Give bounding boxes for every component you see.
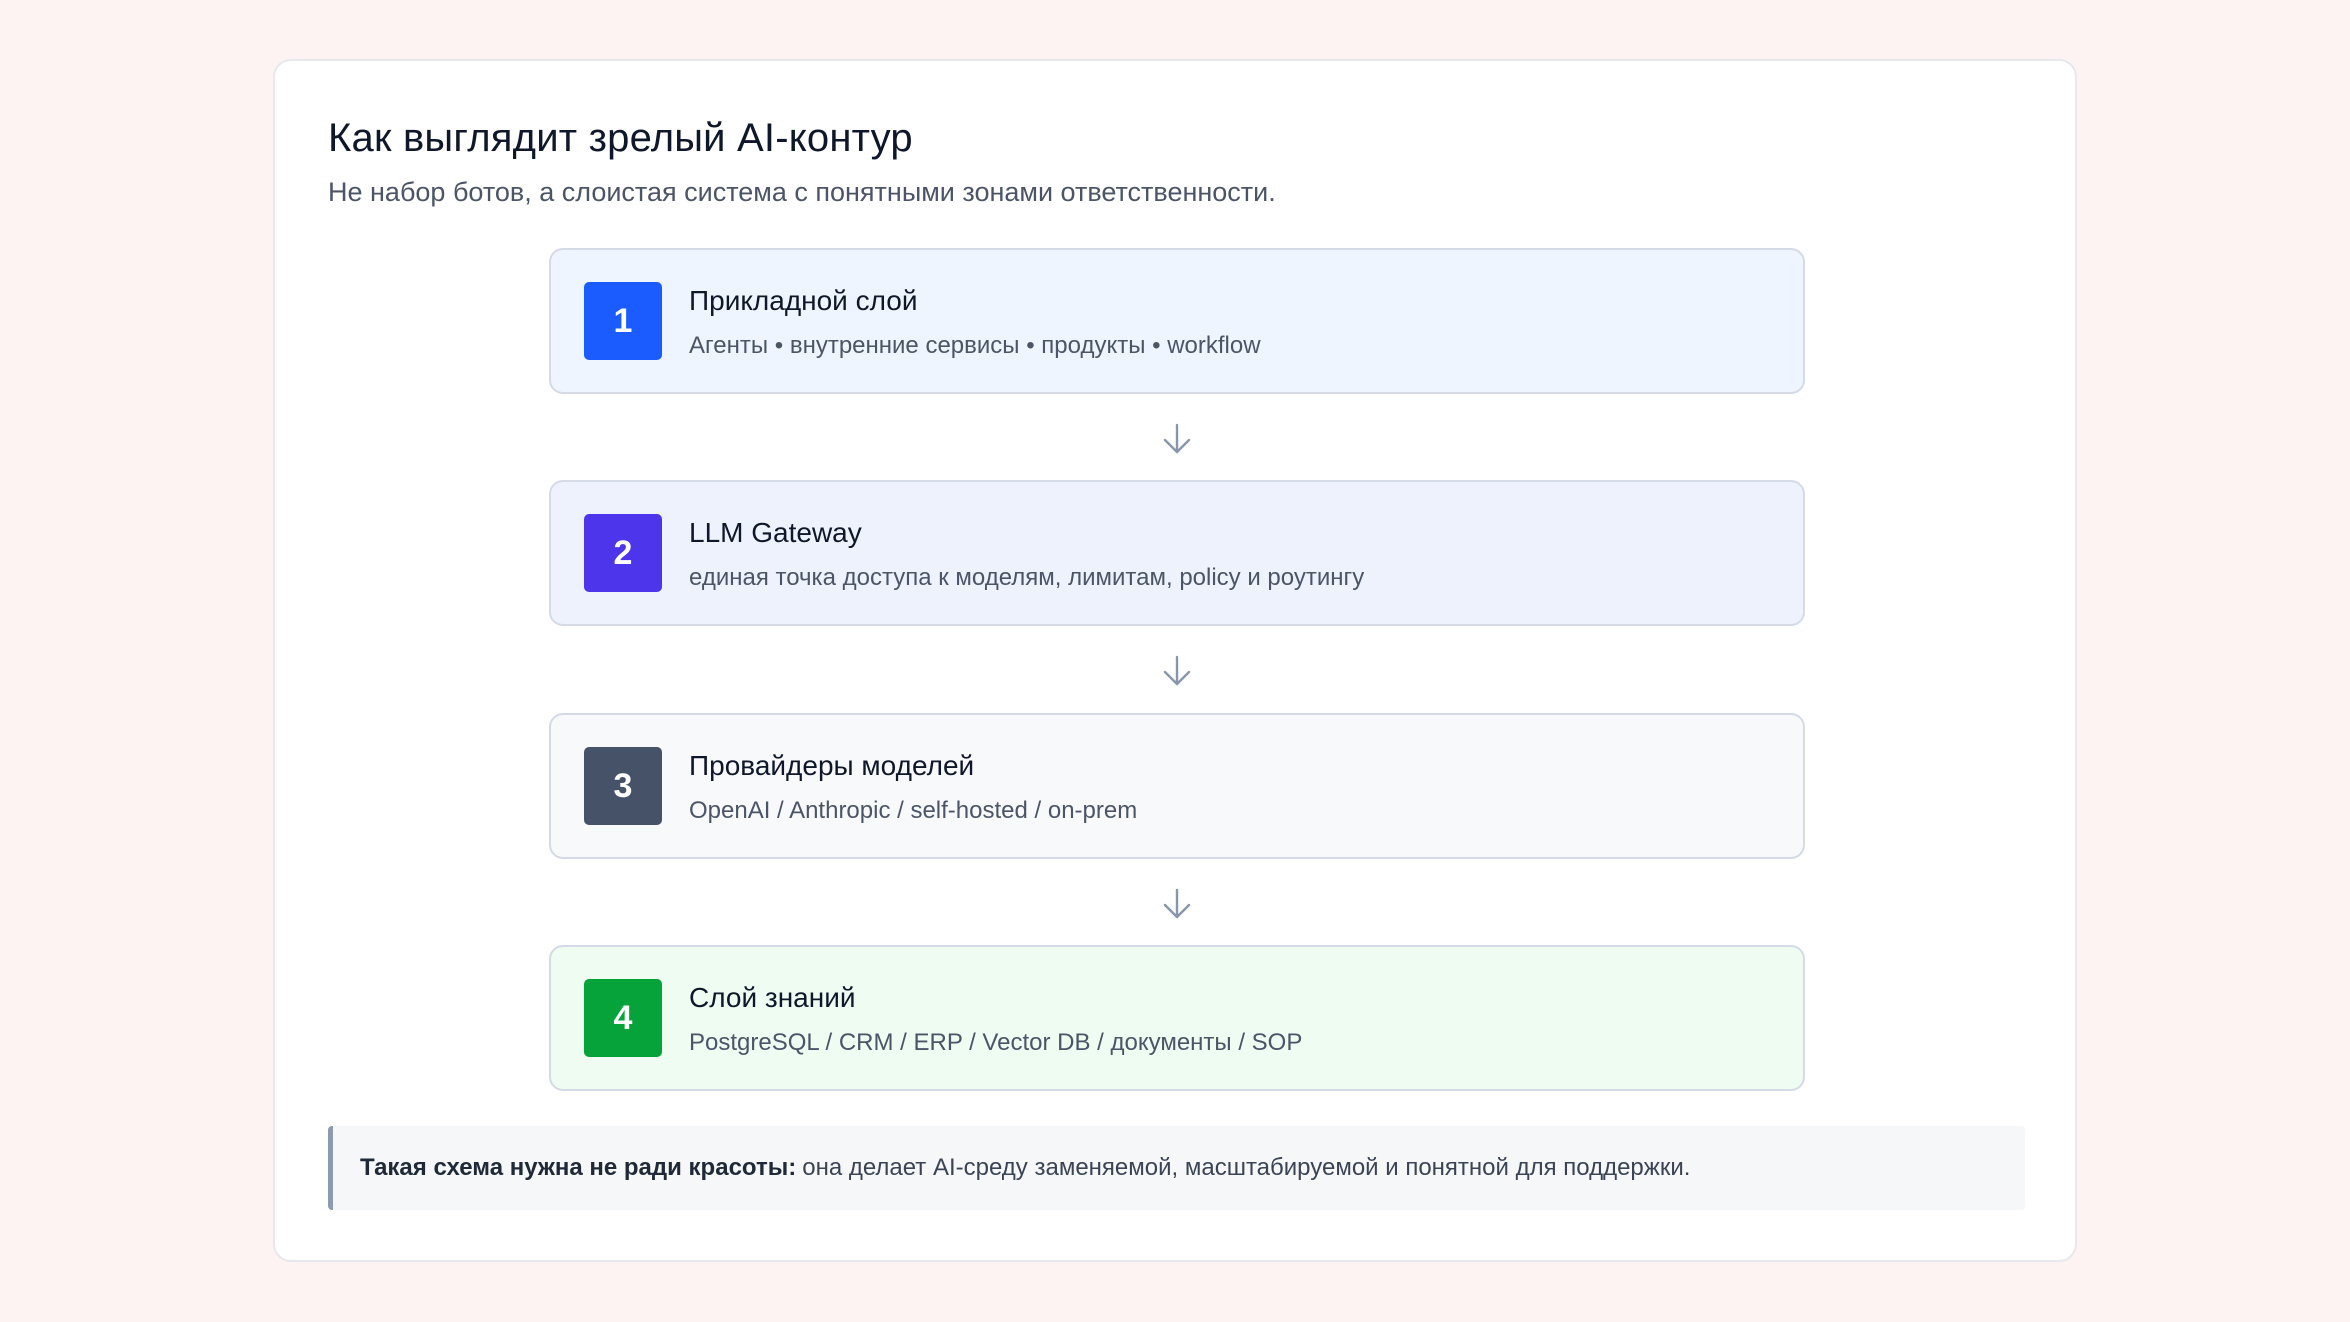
callout-note-text: она делает AI-среду заменяемой, масштаби… [802,1154,1691,1181]
diagram-card: Как выглядит зрелый AI-контур Не набор б… [273,59,2077,1262]
layer-name: Провайдеры моделей [689,750,975,781]
layer-name: Слой знаний [689,982,856,1013]
layer-number-badge: 1 [584,282,662,360]
layer-description: PostgreSQL / CRM / ERP / Vector DB / док… [689,1029,1303,1056]
page-title: Как выглядит зрелый AI-контур [328,116,913,160]
callout-note-emphasis: Такая схема нужна не ради красоты: [360,1154,797,1181]
layer-description: единая точка доступа к моделям, лимитам,… [689,564,1365,591]
layer-description: OpenAI / Anthropic / self-hosted / on-pr… [689,797,1138,824]
layer-knowledge: 4 Слой знаний PostgreSQL / CRM / ERP / V… [549,945,1805,1091]
layer-name: Прикладной слой [689,285,918,316]
arrow-down-icon [1163,423,1191,454]
layer-number-badge: 4 [584,979,662,1057]
callout-note: Такая схема нужна не ради красоты: она д… [328,1126,2025,1210]
layer-name: LLM Gateway [689,517,862,548]
layer-number-badge: 2 [584,514,662,592]
arrow-down-icon [1163,888,1191,919]
layer-number-badge: 3 [584,747,662,825]
layer-description: Агенты • внутренние сервисы • продукты •… [689,332,1261,359]
layer-application: 1 Прикладной слой Агенты • внутренние се… [549,248,1805,394]
layer-llm-gateway: 2 LLM Gateway единая точка доступа к мод… [549,480,1805,626]
page-subtitle: Не набор ботов, а слоистая система с пон… [328,177,1276,207]
arrow-down-icon [1163,655,1191,686]
layer-model-providers: 3 Провайдеры моделей OpenAI / Anthropic … [549,713,1805,859]
